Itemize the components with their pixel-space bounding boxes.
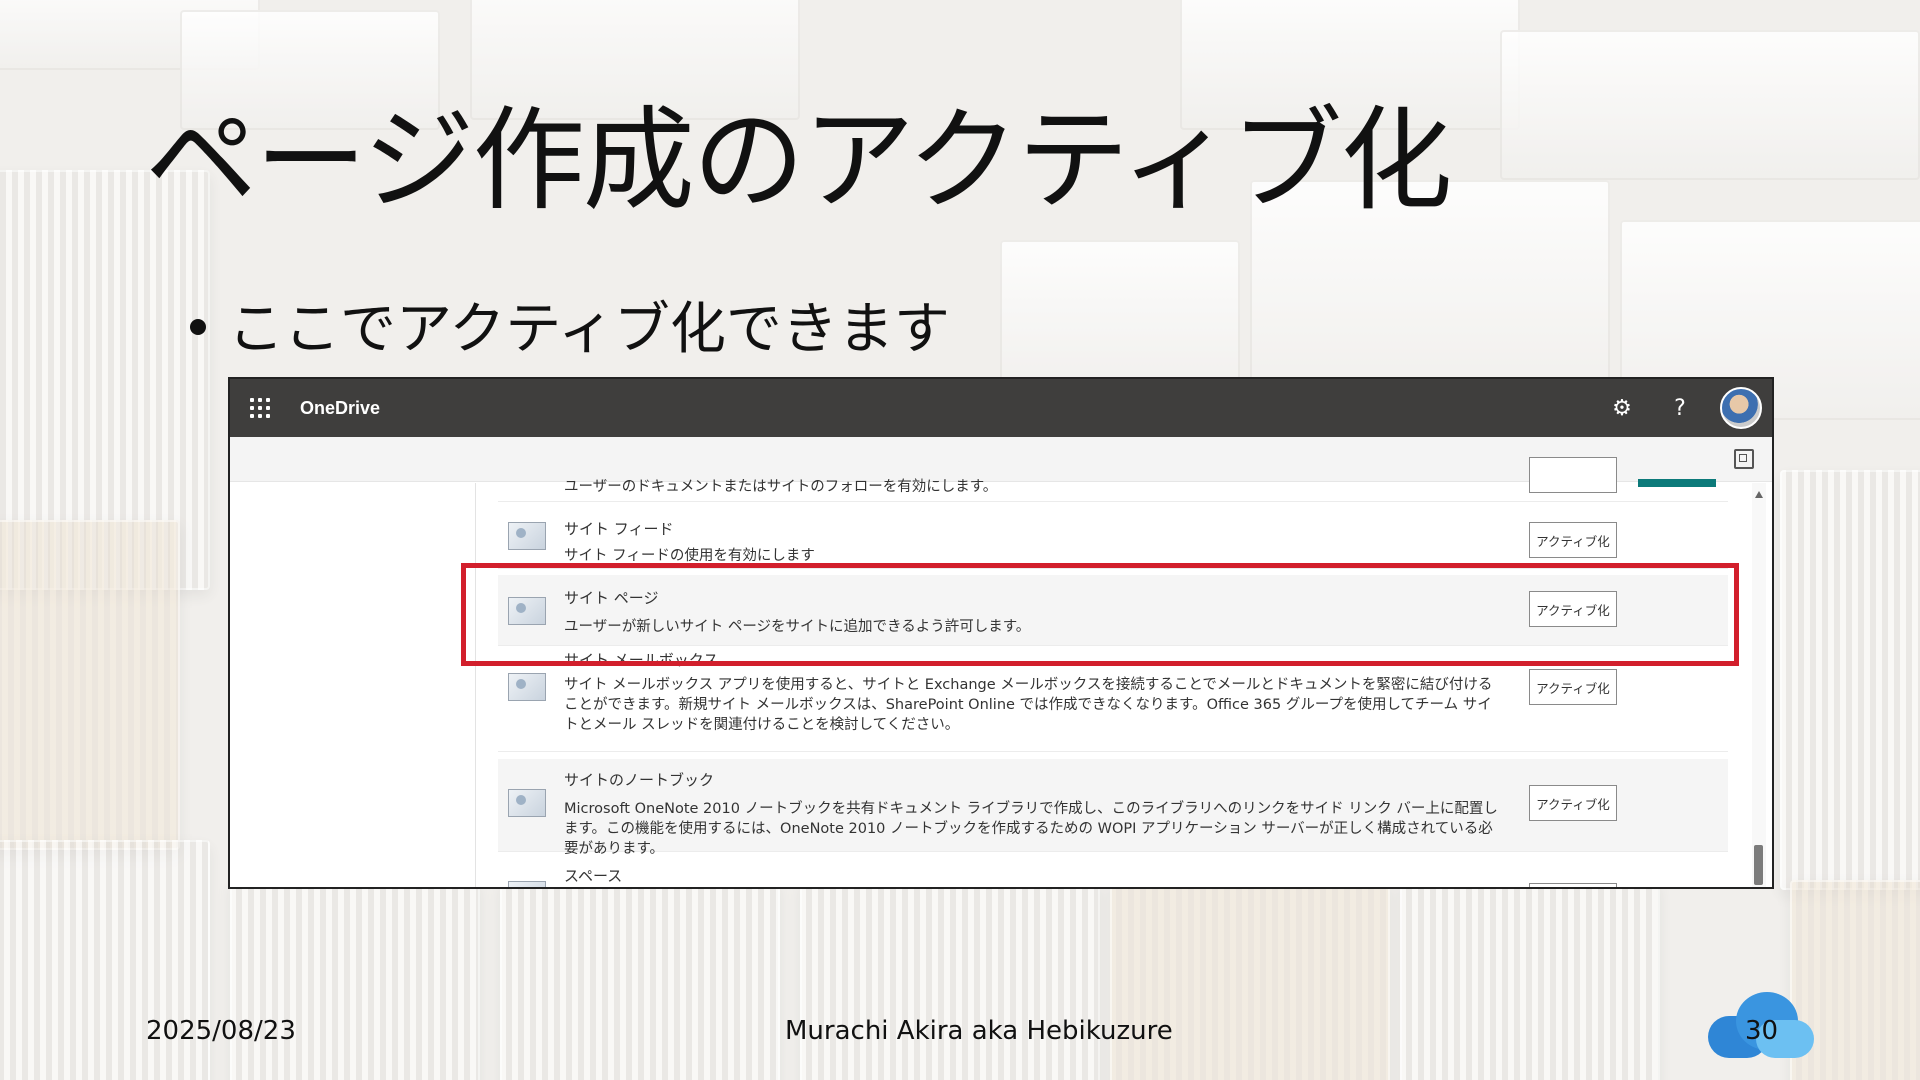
scrollbar-thumb[interactable] [1754,845,1763,885]
focus-mode-icon[interactable] [1734,449,1754,469]
feature-image-icon [508,673,546,701]
settings-gear-icon[interactable]: ⚙ [1604,390,1640,426]
feature-image-icon [508,597,546,625]
feature-name: サイト メールボックス [564,651,719,669]
activate-button[interactable] [1529,457,1617,493]
help-icon[interactable]: ? [1662,390,1698,426]
bullet-item: ここでアクティブ化できます [190,296,950,363]
bullet-dot-icon [190,318,206,335]
footer-author: Murachi Akira aka Hebikuzure [785,1016,1173,1046]
list-item: サイト ページ ユーザーが新しいサイト ページをサイトに追加できるよう許可します… [498,575,1728,646]
active-status-bar [1638,479,1716,487]
scroll-up-arrow-icon[interactable] [1755,491,1763,498]
app-brand[interactable]: OneDrive [300,398,380,419]
embedded-screenshot: OneDrive ⚙ ? ユーザーのドキュメントまたはサイトのフォローを有効にし… [228,377,1774,889]
slide-title: ページ作成のアクティブ化 [145,96,1452,226]
feature-image-icon [508,881,546,887]
activate-button[interactable]: アクティブ化 [1529,522,1617,558]
vertical-scrollbar[interactable] [1752,483,1766,887]
activate-button[interactable]: アクティブ化 [1529,883,1617,887]
feature-description: ユーザーが新しいサイト ページをサイトに追加できるよう許可します。 [564,619,1031,635]
activate-button[interactable]: アクティブ化 [1529,591,1617,627]
list-item: ユーザーのドキュメントまたはサイトのフォローを有効にします。 [498,457,1728,502]
list-item: サイト メールボックス サイト メールボックス アプリを使用すると、サイトと E… [498,651,1728,752]
feature-image-icon [508,789,546,817]
feature-description: Microsoft OneNote 2010 ノートブックを共有ドキュメント ラ… [564,801,1498,857]
left-nav-pane [230,483,476,887]
feature-name: サイト フィード [564,520,674,538]
list-item: スペース アクティブ化 [498,859,1728,887]
feature-description: ユーザーのドキュメントまたはサイトのフォローを有効にします。 [564,479,998,495]
activate-button[interactable]: アクティブ化 [1529,785,1617,821]
list-item: サイトのノートブック Microsoft OneNote 2010 ノートブック… [498,759,1728,857]
feature-name: サイトのノートブック [564,771,715,789]
feature-description: サイト フィードの使用を有効にします [564,548,815,562]
list-item: サイト フィード サイト フィードの使用を有効にします アクティブ化 [498,508,1728,569]
feature-name: サイト ページ [564,589,659,607]
app-launcher-icon[interactable] [250,398,270,418]
feature-list: ユーザーのドキュメントまたはサイトのフォローを有効にします。 サイト フィード … [498,457,1728,887]
page-number: 30 [1745,1016,1779,1046]
feature-name: スペース [564,867,623,885]
suite-header: OneDrive ⚙ ? [230,379,1772,437]
avatar[interactable] [1720,387,1762,429]
content-area: ユーザーのドキュメントまたはサイトのフォローを有効にします。 サイト フィード … [230,457,1772,887]
activate-button[interactable]: アクティブ化 [1529,669,1617,705]
bullet-text: ここでアクティブ化できます [228,297,950,362]
footer-date: 2025/08/23 [146,1016,296,1046]
feature-image-icon [508,522,546,550]
feature-description: サイト メールボックス アプリを使用すると、サイトと Exchange メールボ… [564,677,1493,733]
